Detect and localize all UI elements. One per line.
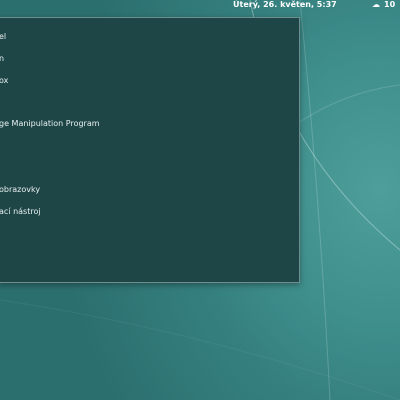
top-panel: Úterý, 26. květen, 5:37 ☁ 10 — [0, 0, 400, 10]
applications-menu: el n ox ge Manipulation Program obrazovk… — [0, 17, 300, 283]
menu-item[interactable]: ox — [0, 74, 8, 88]
menu-item[interactable]: ge Manipulation Program — [0, 117, 100, 131]
tray-text: 10 — [384, 0, 396, 9]
system-tray[interactable]: ☁ 10 — [372, 0, 395, 10]
menu-item[interactable]: n — [0, 52, 4, 66]
menu-item[interactable]: ací nástroj — [0, 205, 41, 219]
clock[interactable]: Úterý, 26. květen, 5:37 — [233, 0, 337, 10]
menu-item[interactable]: obrazovky — [0, 183, 40, 197]
menu-item[interactable]: el — [0, 30, 6, 44]
cloud-icon: ☁ — [372, 0, 380, 9]
